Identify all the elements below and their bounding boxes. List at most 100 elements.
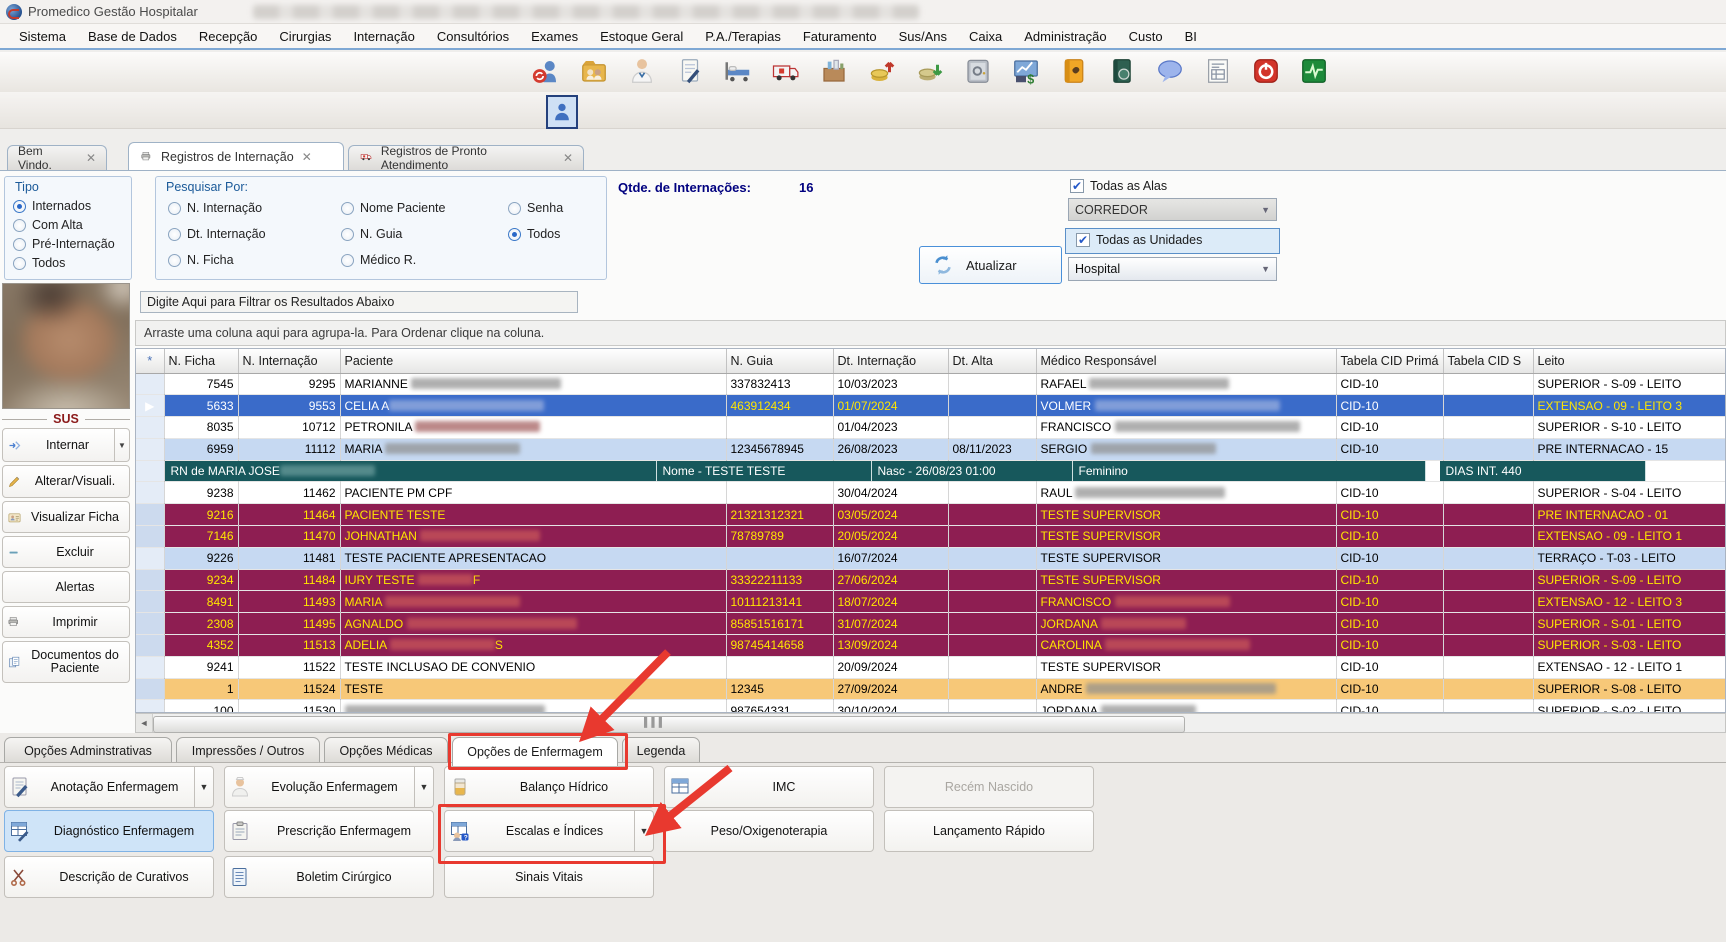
table-row[interactable]: 8491 11493 MARIA 10111213141 18/07/2024 FRAN… bbox=[136, 590, 1725, 614]
pesquisar-radio-n-ficha[interactable]: N. Ficha bbox=[168, 253, 234, 267]
revenue-up-button[interactable] bbox=[866, 55, 898, 87]
sidebar-button-internar[interactable]: Internar ▼ bbox=[2, 428, 130, 462]
menu-item-caixa[interactable]: Caixa bbox=[958, 29, 1013, 44]
close-icon[interactable]: ✕ bbox=[563, 151, 573, 165]
expense-down-button[interactable] bbox=[914, 55, 946, 87]
scroll-left-icon[interactable]: ◄ bbox=[136, 714, 153, 732]
bottom-tab-impress-es-outros[interactable]: Impressões / Outros bbox=[176, 737, 320, 763]
tipo-radio-todos[interactable]: Todos bbox=[13, 256, 65, 270]
menu-item-administra-o[interactable]: Administração bbox=[1013, 29, 1117, 44]
chevron-down-icon[interactable]: ▼ bbox=[414, 767, 433, 807]
menu-item-bi[interactable]: BI bbox=[1174, 29, 1208, 44]
bottom-tab-legenda[interactable]: Legenda bbox=[622, 737, 700, 763]
button-boletim-cir-rgico[interactable]: Boletim Cirúrgico bbox=[224, 856, 434, 898]
todas-unidades-checkbox[interactable]: ✔ Todas as Unidades bbox=[1076, 233, 1202, 247]
hospital-bed-button[interactable] bbox=[722, 55, 754, 87]
grid-h-scrollbar[interactable]: ◄ ▌▌▌ bbox=[135, 713, 1726, 733]
table-row[interactable]: 7146 11470 JOHNATHAN 78789789 20/05/2024 TES… bbox=[136, 525, 1725, 548]
column-header-Leito[interactable]: Leito bbox=[1533, 349, 1725, 374]
column-header-N. Ficha[interactable]: N. Ficha bbox=[164, 349, 239, 374]
column-header-N. Internação[interactable]: N. Internação bbox=[238, 349, 341, 374]
invoice-button[interactable] bbox=[1202, 55, 1234, 87]
menu-item-custo[interactable]: Custo bbox=[1118, 29, 1174, 44]
table-row[interactable]: ▶ 5633 9553 CELIA A 463912434 01/07/2024 VOLME… bbox=[136, 394, 1725, 418]
column-header-N. Guia[interactable]: N. Guia bbox=[726, 349, 834, 374]
button-balan-o-h-drico[interactable]: Balanço Hídrico bbox=[444, 766, 654, 808]
menu-item-p-a-terapias[interactable]: P.A./Terapias bbox=[694, 29, 792, 44]
table-row[interactable]: 9241 11522 TESTE INCLUSAO DE CONVENIO 20/09… bbox=[136, 656, 1725, 679]
pesquisar-radio-todos[interactable]: Todos bbox=[508, 227, 560, 241]
bottom-tab-op-es-de-enfermagem[interactable]: Opções de Enfermagem bbox=[452, 737, 618, 766]
button-imc[interactable]: IMC bbox=[664, 766, 874, 808]
refresh-user-button[interactable] bbox=[530, 55, 562, 87]
menu-item-recep-o[interactable]: Recepção bbox=[188, 29, 269, 44]
prescription-button[interactable] bbox=[674, 55, 706, 87]
bottom-tab-op-es-adminstrativas[interactable]: Opções Adminstrativas bbox=[4, 737, 172, 763]
safe-button[interactable] bbox=[962, 55, 994, 87]
table-row[interactable]: 9238 11462 PACIENTE PM CPF 30/04/2024 RAUL C… bbox=[136, 481, 1725, 505]
table-row[interactable]: 4352 11513 ADELIA S 98745414658 13/09/2024 CA… bbox=[136, 634, 1725, 657]
table-row[interactable]: 9226 11481 TESTE PACIENTE APRESENTACAO 16/0… bbox=[136, 547, 1725, 570]
power-button[interactable] bbox=[1250, 55, 1282, 87]
sidebar-button-visualizar-ficha[interactable]: Visualizar Ficha bbox=[2, 501, 130, 533]
table-row[interactable]: 8035 10712 PETRONILA 01/04/2023 FRANCISCO C… bbox=[136, 416, 1725, 439]
unidade-combobox[interactable]: Hospital ▼ bbox=[1068, 257, 1277, 281]
finance-chart-button[interactable]: $ bbox=[1010, 55, 1042, 87]
atualizar-button[interactable]: Atualizar bbox=[919, 246, 1062, 284]
pesquisar-radio-nome-paciente[interactable]: Nome Paciente bbox=[341, 201, 445, 215]
phone-directory-button[interactable] bbox=[1058, 55, 1090, 87]
sidebar-button-alterar-visuali-[interactable]: Alterar/Visuali. bbox=[2, 465, 130, 498]
column-header-Tabela CID S[interactable]: Tabela CID S bbox=[1443, 349, 1534, 374]
menu-item-consult-rios[interactable]: Consultórios bbox=[426, 29, 520, 44]
button-sinais-vitais[interactable]: Sinais Vitais bbox=[444, 856, 654, 898]
ambulance-button[interactable] bbox=[770, 55, 802, 87]
close-icon[interactable]: ✕ bbox=[302, 150, 312, 164]
ledger-book-button[interactable] bbox=[1106, 55, 1138, 87]
todas-alas-checkbox[interactable]: ✔ Todas as Alas bbox=[1070, 179, 1167, 193]
table-row[interactable]: 1 11524 TESTE 12345 27/09/2024 ANDRE CID-10 SU… bbox=[136, 678, 1725, 701]
sidebar-button-excluir[interactable]: Excluir bbox=[2, 536, 130, 568]
results-filter-input[interactable] bbox=[140, 291, 578, 313]
menu-item-base-de-dados[interactable]: Base de Dados bbox=[77, 29, 188, 44]
button-evolu-o-enfermagem[interactable]: Evolução Enfermagem ▼ bbox=[224, 766, 434, 808]
menu-item-faturamento[interactable]: Faturamento bbox=[792, 29, 888, 44]
tipo-radio-internados[interactable]: Internados bbox=[13, 199, 91, 213]
table-row[interactable]: 9216 11464 PACIENTE TESTE 21321312321 03/05/… bbox=[136, 503, 1725, 527]
menu-item-estoque-geral[interactable]: Estoque Geral bbox=[589, 29, 694, 44]
column-header-Dt. Alta[interactable]: Dt. Alta bbox=[948, 349, 1037, 374]
bottom-tab-op-es-m-dicas[interactable]: Opções Médicas bbox=[324, 737, 448, 763]
chevron-down-icon[interactable]: ▼ bbox=[114, 429, 129, 461]
table-row[interactable]: 7545 9295 MARIANNE 337832413 10/03/2023 RAFA… bbox=[136, 373, 1725, 396]
doctor-button[interactable] bbox=[626, 55, 658, 87]
menu-item-cirurgias[interactable]: Cirurgias bbox=[268, 29, 342, 44]
pesquisar-radio-senha[interactable]: Senha bbox=[508, 201, 563, 215]
close-icon[interactable]: ✕ bbox=[86, 151, 96, 165]
tab-registros-de-pronto-atendimento[interactable]: Registros de Pronto Atendimento ✕ bbox=[348, 144, 584, 172]
table-row[interactable]: RN de MARIA JOSE Nome - TESTE TESTE Nasc -… bbox=[136, 460, 1725, 483]
menu-item-sus-ans[interactable]: Sus/Ans bbox=[888, 29, 958, 44]
pesquisar-radio-m-dico-r-[interactable]: Médico R. bbox=[341, 253, 416, 267]
chat-button[interactable] bbox=[1154, 55, 1186, 87]
group-by-hint[interactable]: Arraste uma coluna aqui para agrupa-la. … bbox=[135, 320, 1726, 346]
supplies-button[interactable] bbox=[818, 55, 850, 87]
tipo-radio-com-alta[interactable]: Com Alta bbox=[13, 218, 83, 232]
table-row[interactable]: 6959 11112 MARIA 12345678945 26/08/2023 08/1… bbox=[136, 438, 1725, 461]
menu-item-interna-o[interactable]: Internação bbox=[342, 29, 425, 44]
table-row[interactable]: 9234 11484 IURY TESTE F 33322211133 27/06/20… bbox=[136, 569, 1725, 592]
vitals-monitor-button[interactable] bbox=[1298, 55, 1330, 87]
button-lan-amento-r-pido[interactable]: Lançamento Rápido bbox=[884, 810, 1094, 852]
button-peso-oxigenoterapia[interactable]: Peso/Oxigenoterapia bbox=[664, 810, 874, 852]
ala-combobox[interactable]: CORREDOR ▼ bbox=[1068, 198, 1277, 221]
button-prescri-o-enfermagem[interactable]: Prescrição Enfermagem bbox=[224, 810, 434, 852]
column-header-Dt. Internação[interactable]: Dt. Internação bbox=[833, 349, 949, 374]
button-anota-o-enfermagem[interactable]: Anotação Enfermagem ▼ bbox=[4, 766, 214, 808]
pesquisar-radio-dt-interna-o[interactable]: Dt. Internação bbox=[168, 227, 266, 241]
sidebar-button-imprimir[interactable]: Imprimir bbox=[2, 606, 130, 638]
pesquisar-radio-n-guia[interactable]: N. Guia bbox=[341, 227, 402, 241]
tipo-radio-pr-interna-o[interactable]: Pré-Internação bbox=[13, 237, 115, 251]
column-header-Paciente[interactable]: Paciente bbox=[340, 349, 727, 374]
scrollbar-thumb[interactable] bbox=[153, 716, 1185, 733]
button-escalas-e-ndices[interactable]: ? Escalas e Índices ▼ bbox=[444, 810, 654, 852]
column-header-Tabela CID Primá[interactable]: Tabela CID Primá bbox=[1336, 349, 1444, 374]
menu-item-sistema[interactable]: Sistema bbox=[8, 29, 77, 44]
